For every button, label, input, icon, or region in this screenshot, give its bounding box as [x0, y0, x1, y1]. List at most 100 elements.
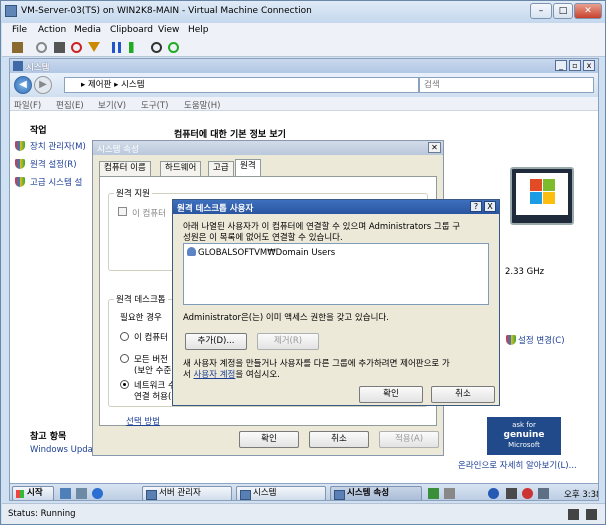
tray-display-icon: [506, 488, 517, 499]
tray-network-icon: [428, 488, 439, 499]
minimize-button[interactable]: –: [530, 3, 552, 19]
address-input[interactable]: ▸ 제어판 ▸ 시스템: [64, 77, 419, 93]
tab-hardware[interactable]: 하드웨어: [160, 161, 202, 176]
taskbar-server-manager[interactable]: 서버 관리자: [142, 486, 232, 500]
choose-method-link[interactable]: 선택 방법: [126, 415, 160, 427]
show-desktop-icon[interactable]: [60, 488, 71, 499]
rdu-title-bar: 원격 데스크톱 사용자 ? X: [173, 200, 499, 214]
genuine-line: genuine: [503, 430, 545, 440]
rdu-description-line2: 성원은 이 목록에 없어도 연결할 수 있습니다.: [183, 233, 343, 243]
guest-screen[interactable]: 시스템 _ ▫ x ◀ ▶ ▸ 제어판 ▸ 시스템 검색 파일(F) 편집(E)…: [9, 58, 599, 501]
taskbar-system[interactable]: 시스템: [236, 486, 326, 500]
genuine-microsoft-logo: ask for genuine Microsoft: [487, 417, 561, 455]
tasks-heading: 작업: [30, 126, 47, 136]
rdu-user-list[interactable]: GLOBALSOFTVM₩Domain Users: [183, 243, 489, 305]
explorer-minimize-button[interactable]: _: [555, 60, 567, 71]
rdu-close-button[interactable]: X: [484, 201, 496, 212]
maximize-button[interactable]: □: [553, 3, 573, 19]
server-manager-quicklaunch-icon[interactable]: [76, 488, 87, 499]
start-button[interactable]: 시작: [12, 486, 54, 500]
back-button[interactable]: ◀: [14, 76, 32, 94]
genuine-line: Microsoft: [508, 441, 540, 449]
info-text: 을 여십시오.: [235, 370, 280, 380]
any-version-sublabel: (보안 수준: [134, 366, 172, 376]
taskbar-system-properties[interactable]: 시스템 속성: [330, 486, 422, 500]
sysprop-cancel-button[interactable]: 취소: [309, 431, 369, 448]
keyboard-icon: [586, 509, 597, 520]
rdu-cancel-button[interactable]: 취소: [431, 386, 495, 403]
revert-icon[interactable]: [168, 42, 179, 53]
sysprop-title-bar: 시스템 속성 ✕: [93, 141, 443, 155]
close-button[interactable]: ✕: [574, 3, 602, 19]
explorer-close-button[interactable]: x: [583, 60, 595, 71]
tab-computer-name[interactable]: 컴퓨터 이름: [99, 161, 151, 176]
ctrl-alt-del-icon[interactable]: [12, 42, 23, 53]
nla-only-radio[interactable]: [120, 380, 129, 389]
remote-desktop-users-dialog: 원격 데스크톱 사용자 ? X 아래 나열된 사용자가 이 컴퓨터에 연결할 수…: [172, 199, 500, 406]
sysprop-ok-button[interactable]: 확인: [239, 431, 299, 448]
sysprop-apply-button[interactable]: 적용(A): [379, 431, 439, 448]
address-bar-row: ◀ ▶ ▸ 제어판 ▸ 시스템 검색: [10, 73, 598, 97]
no-connections-radio[interactable]: [120, 332, 129, 341]
rdu-info-line2: 서 사용자 계정을 여십시오.: [183, 368, 280, 380]
menu-media[interactable]: Media: [74, 25, 101, 35]
menu-tools-ko[interactable]: 도구(T): [141, 99, 168, 111]
genuine-line: ask for: [512, 421, 536, 429]
allow-assistance-label: 이 컴퓨터: [132, 209, 166, 219]
device-manager-link[interactable]: 장치 관리자(M): [30, 140, 86, 152]
vm-connection-window: VM-Server-03(TS) on WIN2K8-MAIN - Virtua…: [0, 0, 606, 525]
menu-action[interactable]: Action: [38, 25, 66, 35]
system-window-icon: [13, 61, 23, 71]
internet-explorer-icon[interactable]: [92, 488, 103, 499]
remote-assistance-label: 원격 지원: [114, 187, 152, 199]
menu-view-ko[interactable]: 보기(V): [98, 99, 126, 111]
tray-language-icon: [444, 488, 455, 499]
start-icon[interactable]: [36, 42, 47, 53]
menu-help-ko[interactable]: 도움말(H): [184, 99, 220, 111]
menu-clipboard[interactable]: Clipboard: [110, 25, 153, 35]
tab-advanced[interactable]: 고급: [208, 161, 234, 176]
user-accounts-link[interactable]: 사용자 계정: [194, 370, 236, 380]
tab-remote[interactable]: 원격: [235, 159, 261, 177]
allow-assistance-checkbox[interactable]: [118, 207, 127, 216]
menu-view[interactable]: View: [158, 25, 179, 35]
vm-toolbar: [2, 39, 605, 57]
window-title: VM-Server-03(TS) on WIN2K8-MAIN - Virtua…: [21, 6, 312, 16]
genuine-learn-more-link[interactable]: 온라인으로 자세히 알아보기(L)...: [458, 459, 577, 471]
forward-button[interactable]: ▶: [34, 76, 52, 94]
remote-settings-link[interactable]: 원격 설정(R): [30, 158, 77, 170]
pause-icon[interactable]: [112, 42, 121, 53]
save-icon[interactable]: [88, 42, 100, 52]
nla-only-sublabel: 연결 허용(: [134, 392, 172, 402]
sysprop-close-button[interactable]: ✕: [428, 142, 441, 153]
rdu-ok-button[interactable]: 확인: [359, 386, 423, 403]
admin-note: Administrator은(는) 이미 액세스 권한을 갖고 있습니다.: [183, 313, 389, 323]
see-also-heading: 참고 항목: [30, 432, 67, 442]
explorer-restore-button[interactable]: ▫: [569, 60, 581, 71]
status-bar: Status: Running: [2, 503, 605, 524]
search-input[interactable]: 검색: [419, 77, 594, 93]
help-button[interactable]: ?: [470, 201, 482, 212]
tray-help-icon[interactable]: [488, 488, 499, 499]
no-connections-label: 이 컴퓨터: [134, 333, 168, 343]
change-settings-link[interactable]: 설정 변경(C): [518, 334, 565, 346]
remove-user-button[interactable]: 제거(R): [257, 333, 319, 350]
shutdown-icon[interactable]: [71, 42, 82, 53]
snapshot-icon[interactable]: [151, 42, 162, 53]
reset-icon[interactable]: [129, 42, 140, 53]
vm-status: Status: Running: [8, 509, 76, 519]
windows-update-link[interactable]: Windows Upda: [30, 445, 93, 455]
any-version-radio[interactable]: [120, 354, 129, 363]
turn-off-icon[interactable]: [54, 42, 65, 53]
list-item[interactable]: GLOBALSOFTVM₩Domain Users: [187, 247, 335, 258]
menu-file[interactable]: File: [12, 25, 27, 35]
menu-help[interactable]: Help: [188, 25, 209, 35]
user-group-icon: [187, 247, 196, 256]
taskbar: 시작 서버 관리자 시스템 시스템 속성 오후 3:38: [10, 483, 598, 500]
add-user-button[interactable]: 추가(D)...: [185, 333, 247, 350]
remote-desktop-label: 원격 데스크톱: [114, 293, 168, 305]
advanced-settings-link[interactable]: 고급 시스템 설: [30, 176, 82, 188]
menu-file-ko[interactable]: 파일(F): [14, 99, 41, 111]
vm-app-icon: [5, 5, 17, 17]
menu-edit-ko[interactable]: 편집(E): [56, 99, 84, 111]
